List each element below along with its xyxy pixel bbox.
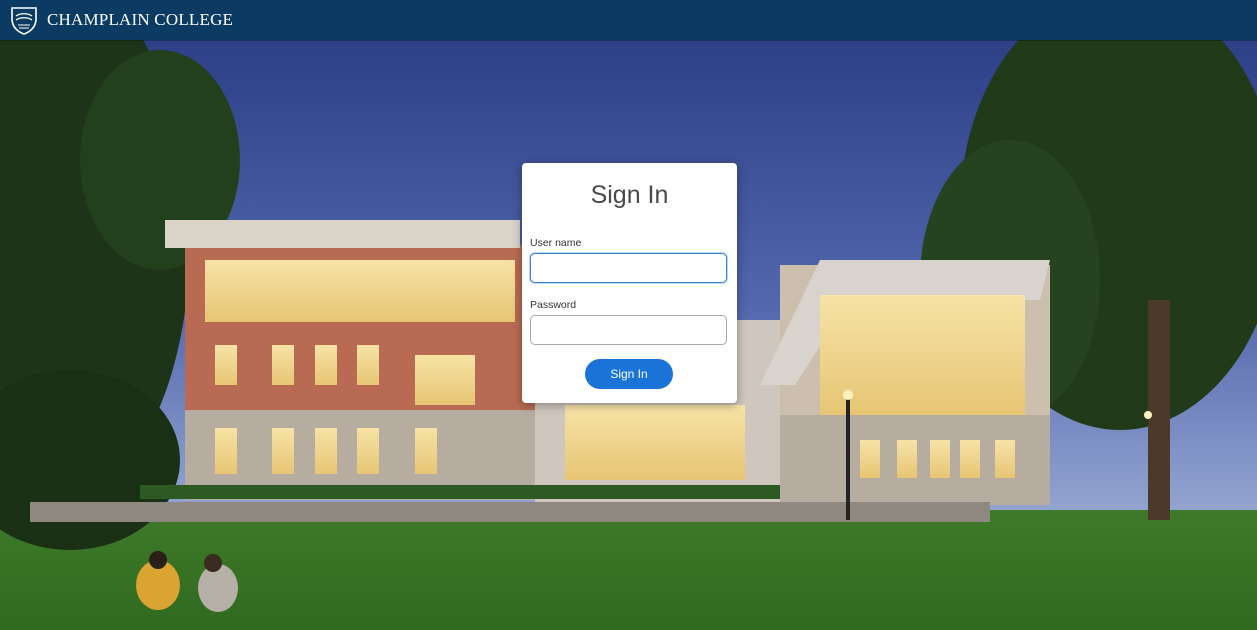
password-input[interactable] [530,315,727,345]
brand-name: CHAMPLAIN COLLEGE [47,10,234,29]
sign-in-card: Sign In User name Password Sign In [522,163,737,403]
login-page: CHAMPLAIN COLLEGE Sign In User name Pass… [0,0,1257,630]
sign-in-button[interactable]: Sign In [585,359,673,389]
username-input[interactable] [530,253,727,283]
username-label: User name [530,237,582,249]
brand-link[interactable]: CHAMPLAIN COLLEGE [10,5,233,35]
top-navigation-bar: CHAMPLAIN COLLEGE [0,0,1257,40]
password-label: Password [530,299,577,311]
sign-in-title: Sign In [590,181,669,209]
shield-icon [11,7,37,35]
